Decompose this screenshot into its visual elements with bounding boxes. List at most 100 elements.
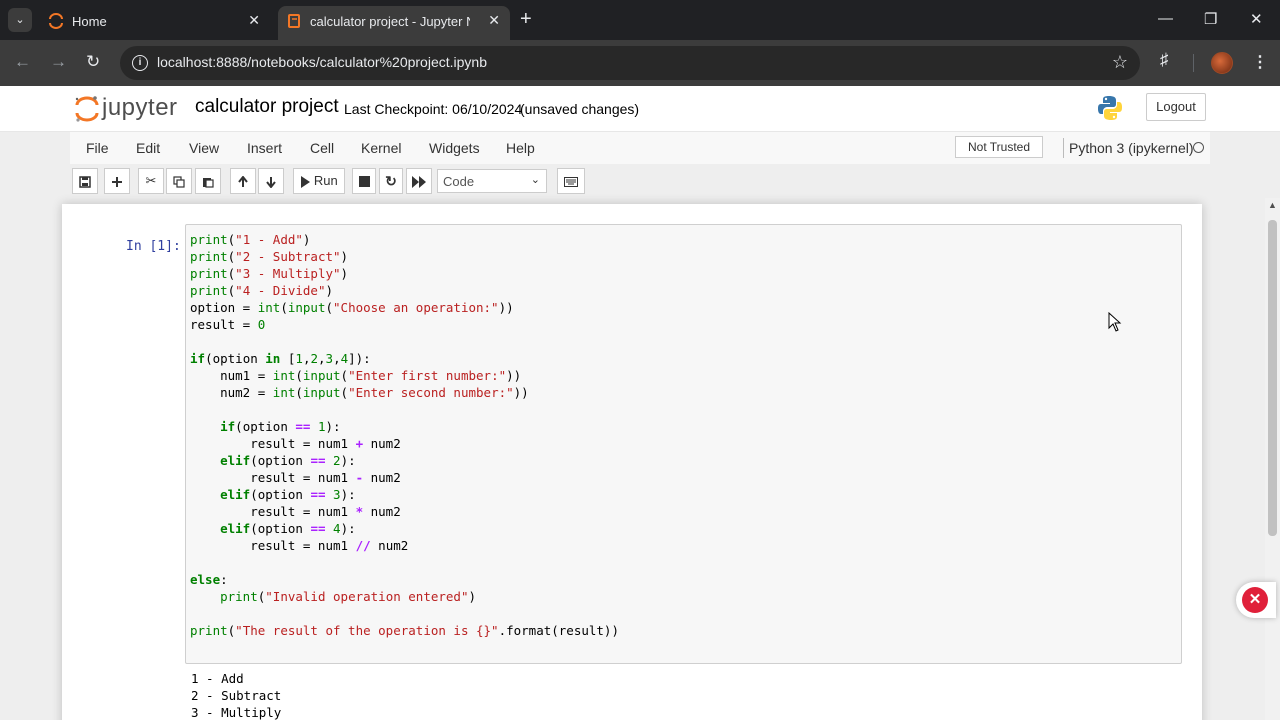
tab-search-button[interactable]: ⌄ — [8, 8, 32, 32]
minimize-icon[interactable]: — — [1158, 10, 1173, 27]
trust-indicator[interactable]: Not Trusted — [955, 136, 1043, 158]
forward-icon[interactable]: → — [50, 52, 67, 72]
browser-tab-bar: ⌄ Home ✕ calculator project - Jupyter No… — [0, 0, 1280, 40]
fast-forward-icon — [412, 175, 426, 188]
code-line[interactable]: if(option == 1): — [190, 418, 619, 435]
save-icon — [79, 175, 91, 188]
restart-button[interactable]: ↻ — [379, 168, 403, 194]
kernel-idle-indicator-icon — [1193, 142, 1204, 153]
code-line[interactable] — [190, 554, 619, 571]
notebook-toolbar: ✂ Run ↻ Code ⌄ — [70, 164, 1210, 198]
code-line[interactable]: num1 = int(input("Enter first number:")) — [190, 367, 619, 384]
move-down-button[interactable] — [258, 168, 284, 194]
code-line[interactable] — [190, 333, 619, 350]
play-icon — [301, 175, 311, 188]
tab-title: calculator project - Jupyter Notebook — [310, 14, 470, 29]
cell-input-prompt: In [1]: — [126, 239, 181, 254]
restart-run-all-button[interactable] — [406, 168, 432, 194]
notebook-name[interactable]: calculator project — [195, 96, 339, 118]
command-palette-button[interactable] — [557, 168, 585, 194]
floating-extension-button[interactable]: ✕ — [1236, 582, 1276, 618]
code-line[interactable]: print("4 - Divide") — [190, 282, 619, 299]
plus-icon — [112, 176, 122, 187]
paste-button[interactable] — [195, 168, 221, 194]
cut-button[interactable]: ✂ — [138, 168, 164, 194]
code-line[interactable]: print("2 - Subtract") — [190, 248, 619, 265]
chevron-down-icon: ⌄ — [530, 174, 540, 186]
site-info-icon[interactable]: i — [132, 55, 148, 71]
interrupt-button[interactable] — [352, 168, 376, 194]
code-cell-input[interactable]: print("1 - Add") print("2 - Subtract") pri… — [185, 224, 1182, 664]
jupyter-logo[interactable]: jupyter — [74, 94, 184, 122]
bookmark-star-icon[interactable]: ☆ — [1112, 52, 1128, 73]
code-line[interactable] — [190, 605, 619, 622]
run-button[interactable]: Run — [293, 168, 345, 194]
kernel-name[interactable]: Python 3 (ipykernel) — [1069, 140, 1194, 156]
menu-file[interactable]: File — [86, 140, 109, 156]
cell-type-select[interactable]: Code ⌄ — [437, 169, 547, 193]
code-editor[interactable]: print("1 - Add") print("2 - Subtract") pri… — [190, 231, 619, 639]
profile-avatar[interactable] — [1211, 52, 1233, 74]
menubar: File Edit View Insert Cell Kernel Widget… — [70, 132, 1210, 164]
close-x-icon: ✕ — [1242, 587, 1268, 613]
new-tab-icon[interactable]: + — [520, 9, 532, 29]
menu-cell[interactable]: Cell — [310, 140, 334, 156]
code-line[interactable]: result = num1 * num2 — [190, 503, 619, 520]
scroll-up-icon[interactable]: ▲ — [1268, 200, 1277, 210]
browser-menu-icon[interactable]: ⋮ — [1252, 52, 1268, 72]
url-text[interactable]: localhost:8888/notebooks/calculator%20pr… — [157, 54, 487, 70]
last-checkpoint: Last Checkpoint: 06/10/2024 — [344, 101, 523, 117]
menu-help[interactable]: Help — [506, 140, 535, 156]
stop-icon — [358, 176, 370, 188]
python-logo-icon — [1098, 96, 1122, 120]
keyboard-icon — [564, 176, 578, 187]
menu-widgets[interactable]: Widgets — [429, 140, 480, 156]
jupyter-logo-icon — [75, 96, 99, 122]
restore-icon[interactable]: ❐ — [1204, 10, 1217, 28]
tab-notebook[interactable]: calculator project - Jupyter Notebook ✕ — [278, 6, 510, 40]
output-line: 1 - Add — [191, 671, 244, 686]
code-line[interactable]: print("1 - Add") — [190, 231, 619, 248]
code-line[interactable]: print("3 - Multiply") — [190, 265, 619, 282]
toolbar-divider — [1193, 54, 1194, 72]
tab-title: Home — [72, 14, 107, 29]
code-line[interactable]: elif(option == 3): — [190, 486, 619, 503]
back-icon[interactable]: ← — [14, 52, 31, 72]
cell-output: 1 - Add 2 - Subtract 3 - Multiply — [191, 670, 281, 720]
code-line[interactable]: elif(option == 4): — [190, 520, 619, 537]
menu-edit[interactable]: Edit — [136, 140, 160, 156]
code-line[interactable]: else: — [190, 571, 619, 588]
code-line[interactable]: result = num1 + num2 — [190, 435, 619, 452]
tab-home[interactable]: Home ✕ — [40, 6, 270, 40]
close-tab-icon[interactable]: ✕ — [248, 12, 260, 29]
code-line[interactable]: option = int(input("Choose an operation:… — [190, 299, 619, 316]
menu-view[interactable]: View — [189, 140, 219, 156]
save-button[interactable] — [72, 168, 98, 194]
close-tab-icon[interactable]: ✕ — [488, 12, 500, 29]
page-scrollbar[interactable]: ▲ — [1265, 198, 1280, 720]
code-line[interactable] — [190, 401, 619, 418]
code-line[interactable]: elif(option == 2): — [190, 452, 619, 469]
code-line[interactable]: if(option in [1,2,3,4]): — [190, 350, 619, 367]
code-line[interactable]: print("The result of the operation is {}… — [190, 622, 619, 639]
kernel-divider — [1063, 138, 1064, 158]
code-line[interactable]: result = num1 - num2 — [190, 469, 619, 486]
extensions-icon[interactable]: ♯ — [1160, 50, 1169, 70]
move-up-button[interactable] — [230, 168, 256, 194]
jupyter-logo-text: jupyter — [102, 94, 178, 121]
close-window-icon[interactable]: ✕ — [1250, 10, 1263, 28]
menu-kernel[interactable]: Kernel — [361, 140, 401, 156]
code-line[interactable]: result = num1 // num2 — [190, 537, 619, 554]
scrollbar-thumb[interactable] — [1268, 220, 1277, 536]
menu-insert[interactable]: Insert — [247, 140, 282, 156]
code-line[interactable]: result = 0 — [190, 316, 619, 333]
output-line: 3 - Multiply — [191, 705, 282, 720]
arrow-down-icon — [266, 176, 276, 189]
code-line[interactable]: num2 = int(input("Enter second number:")… — [190, 384, 619, 401]
code-line[interactable]: print("Invalid operation entered") — [190, 588, 619, 605]
reload-icon[interactable]: ↻ — [86, 52, 100, 72]
url-bar[interactable]: i localhost:8888/notebooks/calculator%20… — [120, 46, 1140, 80]
insert-cell-button[interactable] — [104, 168, 130, 194]
copy-button[interactable] — [166, 168, 192, 194]
logout-button[interactable]: Logout — [1146, 93, 1206, 121]
